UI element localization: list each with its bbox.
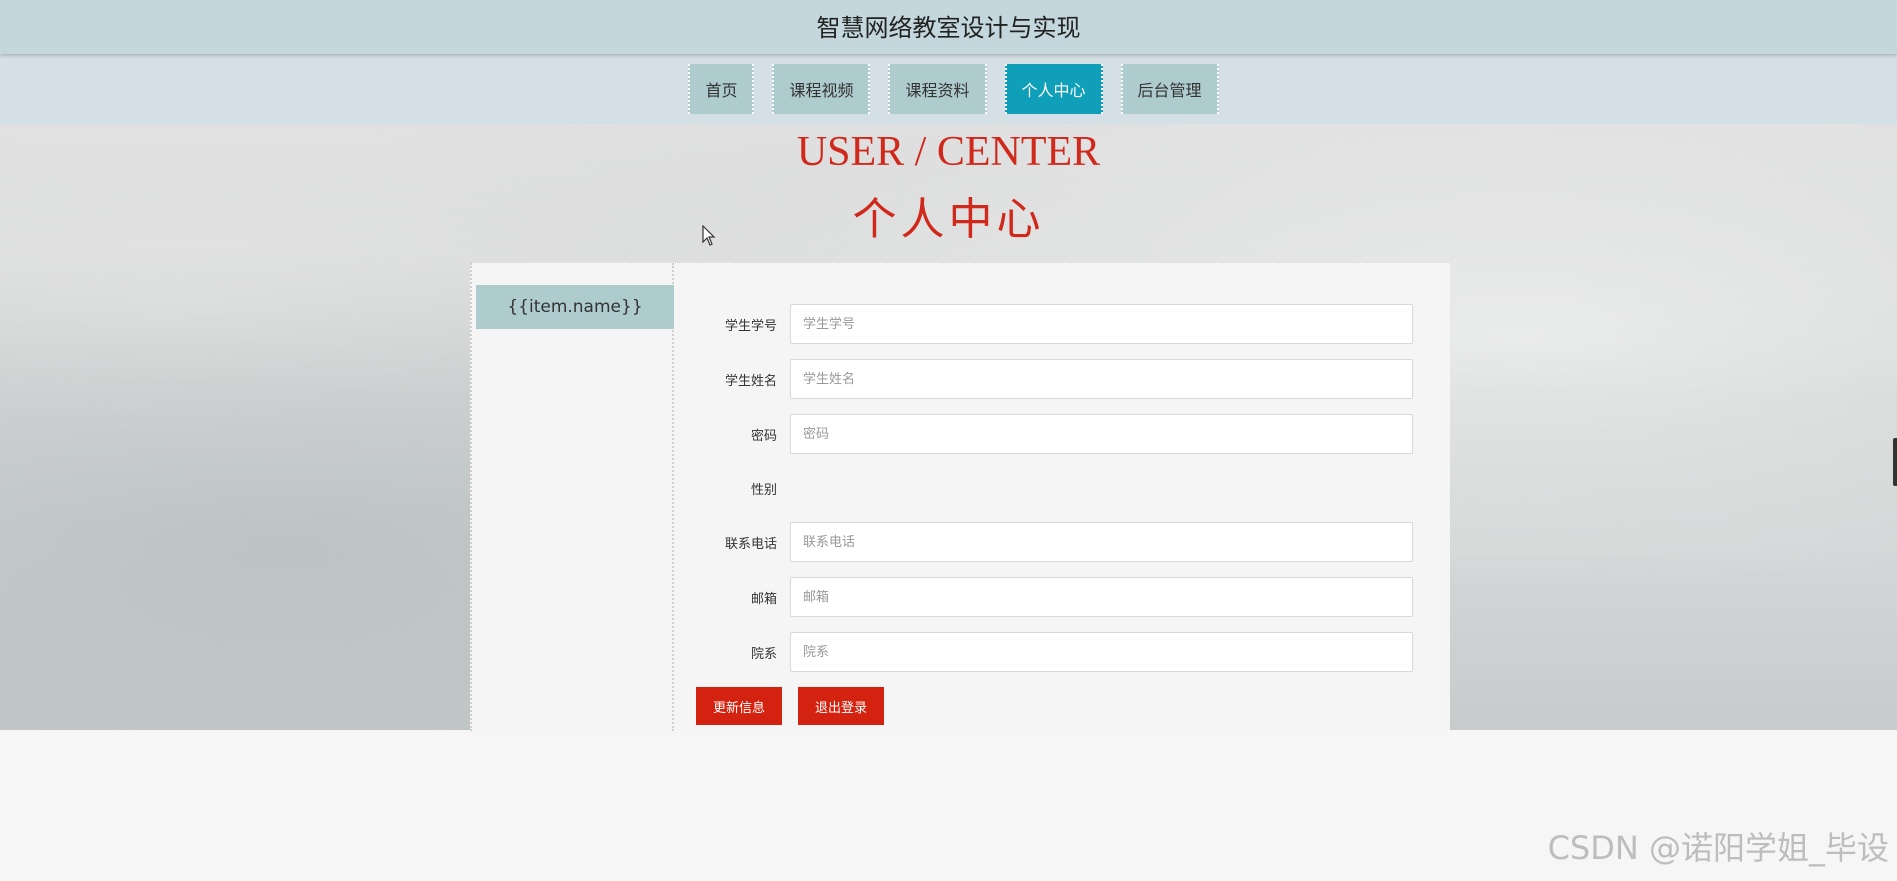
form-row-student-id: 学生学号	[700, 304, 1413, 344]
nav-bar: 首页 课程视频 课程资料 个人中心 后台管理	[0, 54, 1897, 124]
form-row-gender: 性别	[700, 468, 790, 508]
logout-button[interactable]: 退出登录	[798, 687, 885, 725]
sidebar-item[interactable]: {{item.name}}	[476, 285, 674, 329]
student-id-input[interactable]	[790, 304, 1413, 344]
form-row-password: 密码	[700, 414, 1413, 454]
phone-input[interactable]	[790, 522, 1413, 562]
nav-item-user-center[interactable]: 个人中心	[1004, 64, 1103, 114]
phone-label: 联系电话	[724, 536, 777, 552]
password-input[interactable]	[790, 414, 1413, 454]
gender-label: 性别	[750, 482, 777, 498]
user-center-panel: {{item.name}} 学生学号 学生姓名 密码 性别 联系电话 邮箱 院系…	[470, 262, 1450, 731]
form-row-student-name: 学生姓名	[700, 359, 1413, 399]
student-id-label: 学生学号	[724, 318, 777, 334]
update-info-button[interactable]: 更新信息	[696, 687, 783, 725]
nav-item-course-videos[interactable]: 课程视频	[772, 64, 871, 114]
email-label: 邮箱	[750, 591, 777, 607]
nav-item-admin[interactable]: 后台管理	[1120, 64, 1219, 114]
page-heading-en: USER / CENTER	[796, 129, 1101, 175]
department-label: 院系	[750, 646, 777, 662]
student-name-label: 学生姓名	[724, 373, 777, 389]
nav-list: 首页 课程视频 课程资料 个人中心 后台管理	[0, 64, 1897, 114]
scroll-handle[interactable]	[1893, 438, 1897, 486]
sidebar: {{item.name}}	[470, 263, 674, 731]
page-heading-cn: 个人中心	[852, 194, 1045, 245]
watermark: CSDN @诺阳学姐_毕设	[1547, 829, 1889, 867]
top-header: 智慧网络教室设计与实现	[0, 0, 1897, 54]
form-row-phone: 联系电话	[700, 522, 1413, 562]
form-row-department: 院系	[700, 632, 1413, 672]
student-name-input[interactable]	[790, 359, 1413, 399]
site-title: 智慧网络教室设计与实现	[816, 14, 1081, 42]
nav-item-home[interactable]: 首页	[688, 64, 755, 114]
nav-item-course-materials[interactable]: 课程资料	[888, 64, 987, 114]
email-input[interactable]	[790, 577, 1413, 617]
form-row-email: 邮箱	[700, 577, 1413, 617]
password-label: 密码	[750, 428, 777, 444]
mouse-cursor-icon	[702, 224, 716, 251]
department-input[interactable]	[790, 632, 1413, 672]
